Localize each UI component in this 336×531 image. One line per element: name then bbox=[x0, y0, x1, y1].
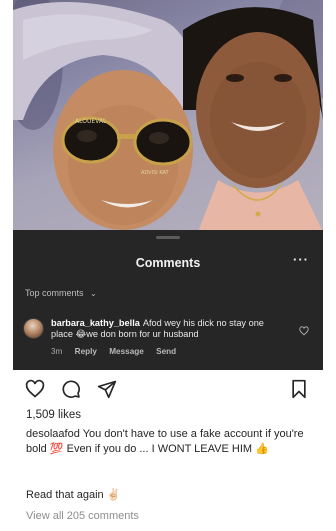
like-heart-icon[interactable] bbox=[25, 379, 45, 399]
likes-count[interactable]: 1,509 likes bbox=[26, 409, 81, 421]
send-button[interactable]: Send bbox=[156, 347, 176, 356]
top-comments-filter[interactable]: Top comments ⌄ bbox=[25, 288, 97, 298]
bookmark-icon[interactable] bbox=[289, 379, 309, 399]
caption-line-2: Read that again ✌🏻 bbox=[26, 489, 121, 501]
caption-username[interactable]: desolaafod bbox=[26, 428, 80, 440]
comments-sheet: Comments ··· Top comments ⌄ barbara_kath… bbox=[13, 230, 323, 370]
chevron-down-icon: ⌄ bbox=[90, 289, 97, 298]
comment-like-icon[interactable] bbox=[299, 326, 309, 336]
comment-meta: 3m Reply Message Send bbox=[51, 347, 186, 356]
comment-time: 3m bbox=[51, 347, 63, 356]
comment-icon[interactable] bbox=[61, 379, 81, 399]
message-button[interactable]: Message bbox=[109, 347, 144, 356]
comment-text-block: barbara_kathy_bella Afod wey his dick no … bbox=[51, 318, 287, 340]
comment-username[interactable]: barbara_kathy_bella bbox=[51, 318, 140, 328]
comments-title: Comments bbox=[135, 256, 201, 270]
top-comments-label: Top comments bbox=[25, 288, 84, 298]
post-view: ALOUEVAL ADVISI KAT Comments ··· Top com… bbox=[13, 0, 323, 531]
post-actions bbox=[13, 370, 323, 404]
view-all-comments-link[interactable]: View all 205 comments bbox=[26, 510, 139, 522]
reply-button[interactable]: Reply bbox=[75, 347, 97, 356]
photo-illustration: ALOUEVAL ADVISI KAT bbox=[13, 0, 323, 232]
more-options-icon[interactable]: ··· bbox=[293, 252, 309, 267]
post-photo[interactable]: ALOUEVAL ADVISI KAT bbox=[13, 0, 323, 232]
sunglasses-text: ALOUEVAL bbox=[75, 118, 107, 125]
avatar[interactable] bbox=[23, 318, 44, 339]
share-send-icon[interactable] bbox=[97, 379, 117, 399]
sunglasses-subtext: ADVISI KAT bbox=[141, 170, 170, 176]
caption: desolaafod You don't have to use a fake … bbox=[26, 427, 316, 457]
drag-handle[interactable] bbox=[156, 236, 180, 239]
